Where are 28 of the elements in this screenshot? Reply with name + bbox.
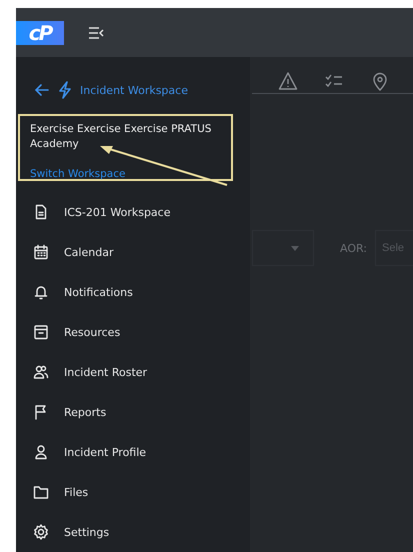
- sidebar-item[interactable]: Reports: [16, 392, 250, 432]
- calendar-icon: [33, 244, 49, 260]
- sidebar-item[interactable]: Notifications: [16, 272, 250, 312]
- people-icon: [33, 364, 49, 380]
- bell-icon: [33, 284, 49, 300]
- sidebar-item[interactable]: Settings: [16, 512, 250, 552]
- sidebar-item[interactable]: Incident Profile: [16, 432, 250, 472]
- aor-label: AOR:: [340, 242, 368, 254]
- archive-icon: [33, 324, 49, 340]
- folder-icon: [33, 484, 49, 500]
- person-icon: [33, 444, 49, 460]
- sidebar-item[interactable]: Incident Roster: [16, 352, 250, 392]
- sidebar-item[interactable]: ICS-201 Workspace: [16, 192, 250, 232]
- back-arrow-icon[interactable]: [34, 82, 50, 98]
- workspace-title: Incident Workspace: [80, 84, 188, 96]
- document-icon: [33, 204, 49, 220]
- sidebar-item[interactable]: Files: [16, 472, 250, 512]
- dropdown-field[interactable]: [252, 230, 314, 266]
- caret-icon: [291, 246, 299, 250]
- lightning-icon: [58, 81, 72, 99]
- workspace-name: Exercise Exercise Exercise PRATUS Academy: [29, 122, 212, 152]
- switch-workspace-link[interactable]: Switch Workspace: [30, 168, 126, 180]
- app-logo[interactable]: cP: [16, 20, 64, 44]
- sidebar-item[interactable]: Calendar: [16, 232, 250, 272]
- menu-collapse-icon[interactable]: [88, 26, 104, 40]
- settings-icon: [33, 524, 49, 540]
- warning-icon[interactable]: [278, 71, 298, 91]
- sidebar-item[interactable]: Resources: [16, 312, 250, 352]
